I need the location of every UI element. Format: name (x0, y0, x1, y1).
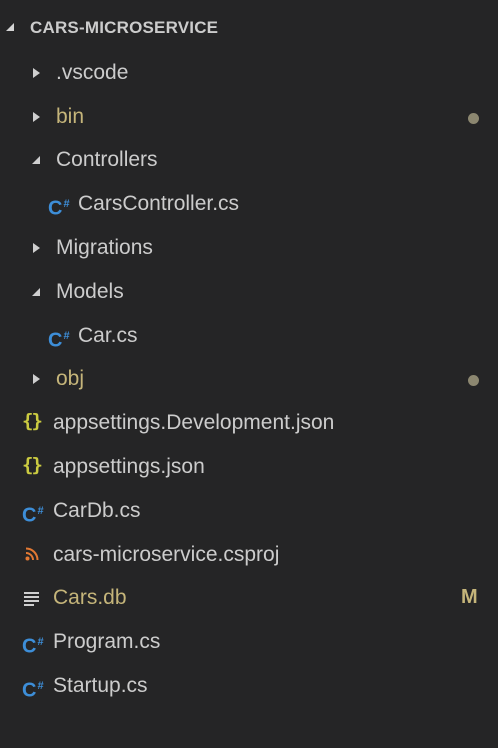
file-item-startup[interactable]: C# Startup.cs (0, 665, 498, 709)
json-file-icon: {} (22, 454, 43, 476)
chevron-right-icon[interactable] (33, 243, 40, 253)
folder-label: obj (56, 367, 85, 390)
folder-item-bin[interactable]: bin (0, 96, 498, 140)
folder-item-controllers[interactable]: Controllers (0, 139, 498, 183)
chevron-down-icon[interactable] (32, 288, 40, 296)
file-explorer: CARS-MICROSERVICE .vscode bin Controller… (0, 0, 498, 748)
folder-item-vscode[interactable]: .vscode (0, 52, 498, 96)
file-item-appsettings[interactable]: {} appsettings.json (0, 446, 498, 490)
file-item-program[interactable]: C# Program.cs (0, 621, 498, 665)
folder-item-migrations[interactable]: Migrations (0, 227, 498, 271)
file-label: Startup.cs (53, 674, 148, 697)
file-item-carsdb[interactable]: Cars.db M (0, 577, 498, 621)
rss-icon (25, 547, 39, 561)
file-label: Car.cs (78, 324, 138, 347)
file-label: cars-microservice.csproj (53, 543, 280, 566)
file-item-csproj[interactable]: cars-microservice.csproj (0, 534, 498, 578)
csharp-file-icon: C# (22, 504, 44, 527)
file-item-cardb[interactable]: C# CarDb.cs (0, 490, 498, 534)
folder-label: Controllers (56, 148, 158, 171)
file-item-carscontroller[interactable]: C# CarsController.cs (0, 183, 498, 227)
csharp-file-icon: C# (22, 635, 44, 658)
explorer-section-header[interactable]: CARS-MICROSERVICE (0, 8, 498, 52)
csharp-file-icon: C# (22, 679, 44, 702)
csharp-file-icon: C# (48, 329, 70, 352)
folder-label: Migrations (56, 236, 153, 259)
folder-item-obj[interactable]: obj (0, 358, 498, 402)
file-label: CarDb.cs (53, 499, 141, 522)
chevron-right-icon[interactable] (33, 112, 40, 122)
folder-label: .vscode (56, 61, 129, 84)
file-item-car[interactable]: C# Car.cs (0, 315, 498, 359)
folder-label: Models (56, 280, 124, 303)
file-item-appsettings-development[interactable]: {} appsettings.Development.json (0, 402, 498, 446)
chevron-down-icon[interactable] (32, 156, 40, 164)
file-label: CarsController.cs (78, 192, 240, 215)
file-label: appsettings.Development.json (53, 411, 335, 434)
git-modified-badge: M (461, 586, 478, 608)
untracked-dot-icon (468, 375, 479, 386)
folder-label: bin (56, 105, 85, 128)
chevron-down-icon[interactable] (6, 23, 14, 31)
csharp-file-icon: C# (48, 197, 70, 220)
file-label: Program.cs (53, 630, 161, 653)
section-title: CARS-MICROSERVICE (30, 18, 219, 37)
untracked-dot-icon (468, 113, 479, 124)
chevron-right-icon[interactable] (33, 68, 40, 78)
json-file-icon: {} (22, 410, 43, 432)
folder-item-models[interactable]: Models (0, 271, 498, 315)
chevron-right-icon[interactable] (33, 374, 40, 384)
text-lines-icon (24, 592, 39, 606)
file-label: Cars.db (53, 586, 127, 609)
file-label: appsettings.json (53, 455, 205, 478)
